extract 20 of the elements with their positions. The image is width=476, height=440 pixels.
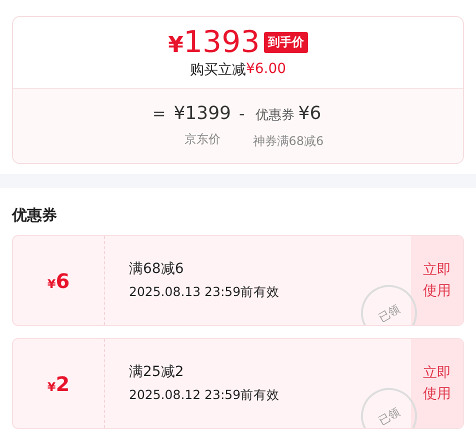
use-now-button[interactable]: 立即使用: [411, 339, 463, 428]
saving-label: 购买立减: [190, 60, 246, 78]
coupon-amount: ¥2: [47, 372, 70, 396]
term-value: ¥6: [298, 103, 322, 125]
coupon-amount: ¥6: [47, 268, 70, 292]
coupon-validity: 2025.08.13 23:59前有效: [129, 284, 281, 301]
use-now-button[interactable]: 立即使用: [411, 236, 463, 325]
term-caption: 京东价: [184, 131, 220, 148]
term-caption: 神券满68减6: [252, 133, 324, 150]
term-label: 优惠券: [255, 107, 294, 125]
coupon-condition: 满68减6: [129, 260, 185, 278]
price-badge: 到手价: [264, 32, 308, 53]
operator-sign: -: [238, 103, 245, 125]
term-value: ¥1399: [174, 103, 231, 125]
coupon-validity: 2025.08.12 23:59前有效: [129, 387, 281, 404]
saving-amount: ¥6.00: [246, 60, 286, 78]
operator-sign: =: [152, 103, 166, 125]
coupon-condition: 满25减2: [129, 363, 185, 381]
final-price: ¥1393: [168, 26, 260, 58]
section-title: 优惠券: [12, 206, 58, 225]
